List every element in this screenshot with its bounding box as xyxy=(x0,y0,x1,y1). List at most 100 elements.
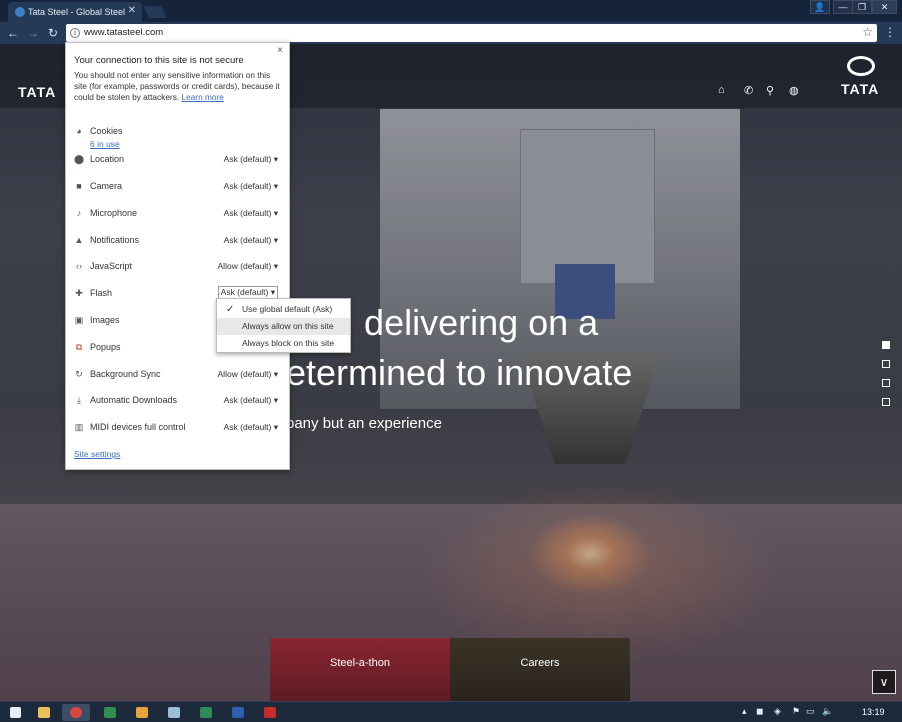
location-icon: ⬤ xyxy=(74,154,85,164)
perm-cookies: ◕ Cookies xyxy=(74,125,282,139)
perm-camera: ■ Camera Ask (default) ▾ xyxy=(74,180,282,194)
perm-label: Popups xyxy=(90,342,121,352)
slide-dot[interactable] xyxy=(882,398,890,406)
perm-select[interactable]: Allow (default) ▾ xyxy=(218,369,278,380)
slide-dot[interactable] xyxy=(882,360,890,368)
perm-background-sync: ↻ Background Sync Allow (default) ▾ xyxy=(74,368,282,382)
perm-label: Camera xyxy=(90,181,123,191)
perm-javascript: ‹› JavaScript Allow (default) ▾ xyxy=(74,260,282,274)
tray-flag-icon[interactable]: ⚑ xyxy=(792,706,800,717)
perm-select[interactable]: Ask (default) ▾ xyxy=(224,181,278,192)
perm-select[interactable]: Ask (default) ▾ xyxy=(224,422,278,433)
globe-icon[interactable]: ◍ xyxy=(789,84,799,97)
home-icon[interactable]: ⌂ xyxy=(718,84,725,96)
tray-network-icon[interactable]: ◈ xyxy=(774,706,781,717)
dropdown-option-always-allow[interactable]: Always allow on this site xyxy=(217,318,350,335)
taskbar-outlook-icon[interactable] xyxy=(128,704,156,721)
reload-icon[interactable]: ↻ xyxy=(45,25,61,41)
start-windows-icon[interactable] xyxy=(2,704,30,721)
tata-logo[interactable]: TATA xyxy=(838,56,884,97)
tray-app-icon[interactable]: ◼ xyxy=(756,706,763,717)
tray-volume-icon[interactable]: 🔈 xyxy=(822,706,833,717)
tab-close-icon[interactable]: ✕ xyxy=(128,5,136,16)
cookies-in-use-link[interactable]: 6 in use xyxy=(90,139,120,149)
tata-wordmark-left[interactable]: TATA xyxy=(18,84,56,100)
profile-button[interactable]: 👤 xyxy=(810,0,830,14)
taskbar-excel-icon-1[interactable] xyxy=(96,704,124,721)
phone-icon[interactable]: ✆ xyxy=(744,84,753,97)
popup-heading: Your connection to this site is not secu… xyxy=(74,55,244,66)
perm-label: Flash xyxy=(90,288,113,298)
browser-titlebar: Tata Steel - Global Steel ✕ 👤 — ❐ ✕ xyxy=(0,0,902,22)
perm-label: Cookies xyxy=(90,126,123,136)
close-window-button[interactable]: ✕ xyxy=(872,0,897,14)
maximize-button[interactable]: ❐ xyxy=(852,0,872,14)
perm-select[interactable]: Allow (default) ▾ xyxy=(218,261,278,272)
dropdown-option-global-default[interactable]: ✓ Use global default (Ask) xyxy=(217,301,350,318)
card-label: Steel-a-thon xyxy=(330,657,390,669)
windows-taskbar: ▴ ◼ ◈ ⚑ ▭ 🔈 13:19 xyxy=(0,701,902,722)
site-settings-link[interactable]: Site settings xyxy=(74,449,120,459)
taskbar-explorer-icon[interactable] xyxy=(30,704,58,721)
address-bar[interactable]: i www.tatasteel.com ☆ xyxy=(66,24,877,42)
perm-label: MIDI devices full control xyxy=(90,422,186,432)
cookie-icon: ◕ xyxy=(76,126,82,136)
slide-dot[interactable] xyxy=(882,379,890,387)
puzzle-icon: ✚ xyxy=(75,288,83,298)
browser-toolbar: ← → ↻ i www.tatasteel.com ☆ ⋮ xyxy=(0,22,902,44)
bell-icon: ▲ xyxy=(74,235,84,245)
taskbar-chrome-icon[interactable] xyxy=(62,704,90,721)
perm-select[interactable]: Ask (default) ▾ xyxy=(224,395,278,406)
tray-up-arrow-icon[interactable]: ▴ xyxy=(742,706,747,717)
scroll-down-chevron-icon[interactable]: ∨ xyxy=(872,670,896,694)
back-arrow-icon[interactable]: ← xyxy=(5,25,21,41)
site-info-popup: × Your connection to this site is not se… xyxy=(65,42,290,470)
taskbar-excel-icon-2[interactable] xyxy=(192,704,220,721)
code-icon: ‹› xyxy=(76,261,82,271)
perm-label: Automatic Downloads xyxy=(90,395,178,405)
perm-label: Images xyxy=(90,315,120,325)
tata-emblem-icon xyxy=(847,56,875,76)
dropdown-option-label: Always allow on this site xyxy=(242,321,334,331)
hero-headline-line2: etermined to innovate xyxy=(286,352,633,393)
download-icon: ⤓ xyxy=(77,395,81,405)
tray-battery-icon[interactable]: ▭ xyxy=(806,706,815,717)
minimize-button[interactable]: — xyxy=(833,0,853,14)
forward-arrow-icon[interactable]: → xyxy=(25,25,41,41)
url-text[interactable]: www.tatasteel.com xyxy=(84,27,163,38)
slide-dot[interactable] xyxy=(882,341,890,349)
perm-select[interactable]: Ask (default) ▾ xyxy=(224,235,278,246)
taskbar-folder-icon[interactable] xyxy=(160,704,188,721)
perm-microphone: ♪ Microphone Ask (default) ▾ xyxy=(74,207,282,221)
browser-menu-icon[interactable]: ⋮ xyxy=(884,25,896,39)
dropdown-option-label: Use global default (Ask) xyxy=(242,304,333,314)
card-label: Careers xyxy=(520,657,560,669)
popup-description: You should not enter any sensitive infor… xyxy=(74,70,284,103)
browser-tab[interactable]: Tata Steel - Global Steel ✕ xyxy=(8,2,142,22)
bookmark-star-icon[interactable]: ☆ xyxy=(862,25,873,39)
perm-midi: ▥ MIDI devices full control Ask (default… xyxy=(74,421,282,435)
tata-favicon-icon xyxy=(15,7,25,17)
popup-description-text: You should not enter any sensitive infor… xyxy=(74,70,280,102)
new-tab-button[interactable] xyxy=(143,6,167,18)
hero-subline: pany but an experience xyxy=(286,415,442,432)
search-icon[interactable]: ⚲ xyxy=(766,84,774,97)
microphone-icon: ♪ xyxy=(76,208,82,218)
dropdown-option-always-block[interactable]: Always block on this site xyxy=(217,335,350,352)
camera-icon: ■ xyxy=(76,181,82,191)
taskbar-clock[interactable]: 13:19 xyxy=(862,707,885,717)
site-info-icon[interactable]: i xyxy=(70,28,80,38)
perm-select[interactable]: Ask (default) ▾ xyxy=(224,154,278,165)
taskbar-word-icon[interactable] xyxy=(224,704,252,721)
perm-label: JavaScript xyxy=(90,261,133,271)
slide-indicator xyxy=(882,341,890,417)
card-steel-a-thon[interactable]: Steel-a-thon xyxy=(270,638,450,701)
card-careers[interactable]: Careers xyxy=(450,638,630,701)
perm-select[interactable]: Ask (default) ▾ xyxy=(224,208,278,219)
popup-close-icon[interactable]: × xyxy=(277,45,283,56)
taskbar-acrobat-icon[interactable] xyxy=(256,704,284,721)
popup-icon: ⧉ xyxy=(75,342,83,352)
perm-label: Background Sync xyxy=(90,369,161,379)
sync-icon: ↻ xyxy=(75,369,83,379)
learn-more-link[interactable]: Learn more xyxy=(181,92,223,102)
